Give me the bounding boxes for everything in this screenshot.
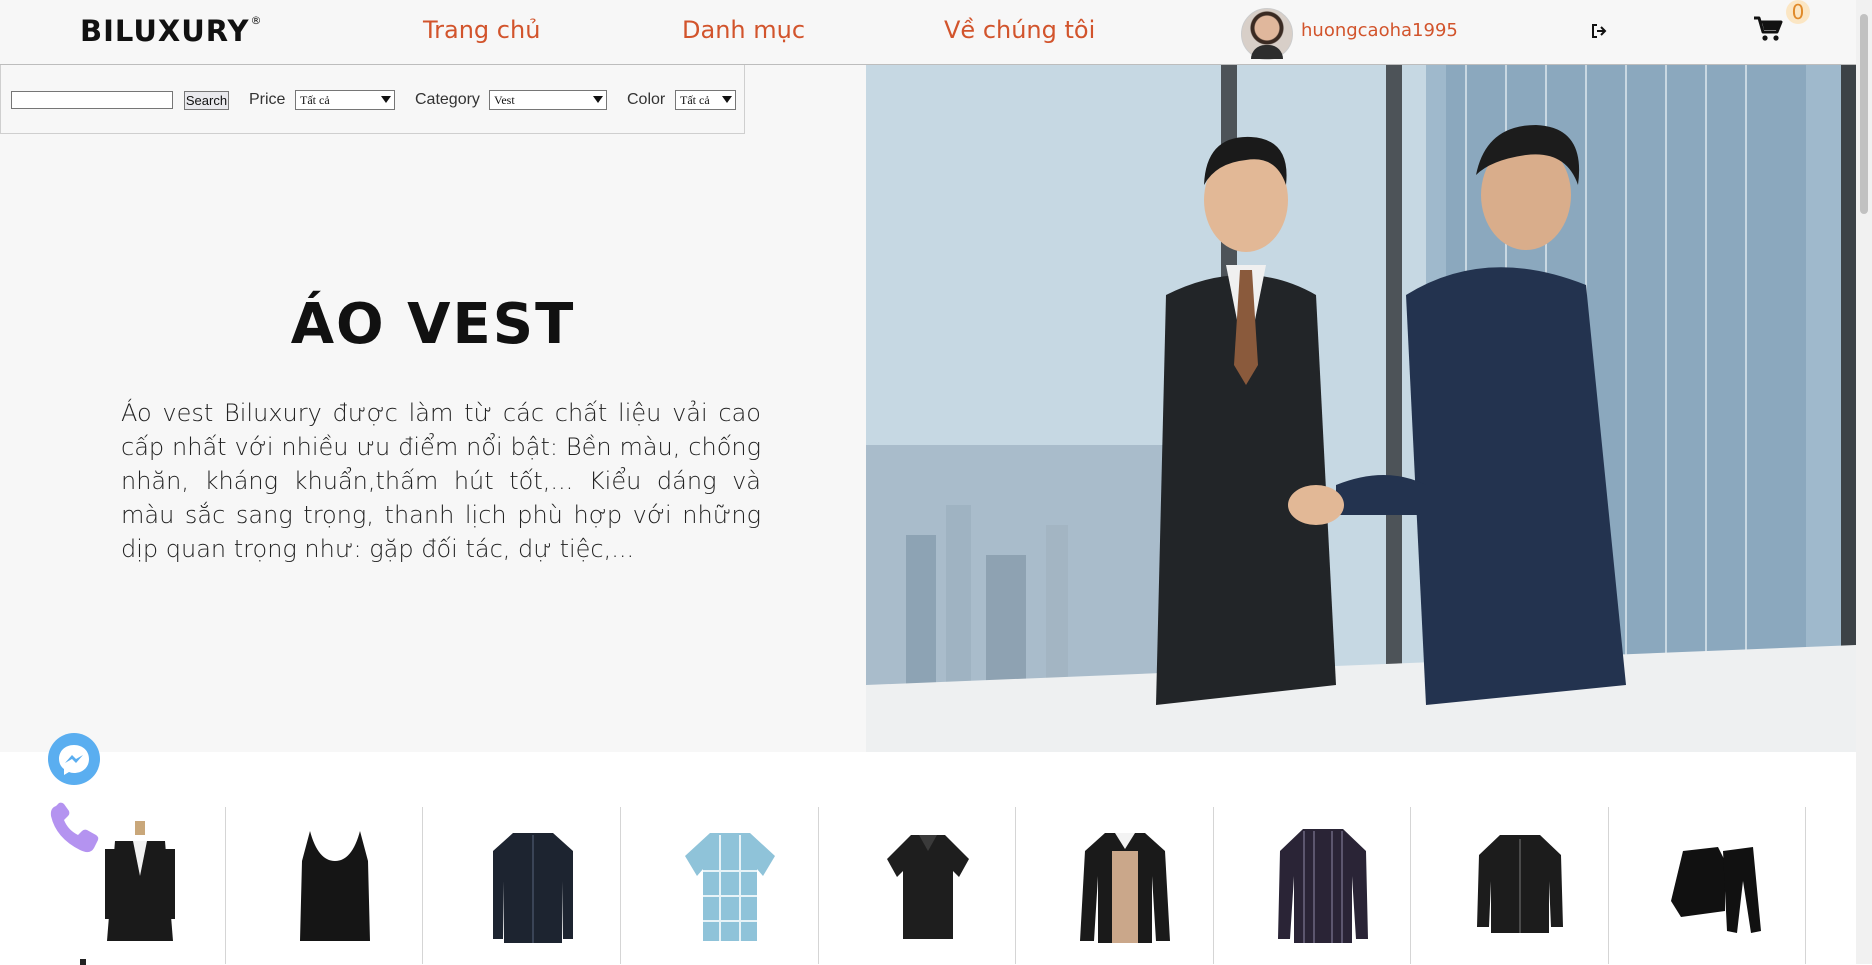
color-select[interactable]: Tất cả: [675, 90, 736, 110]
filter-bar: Search Price Tất cả Category Vest Color …: [0, 65, 745, 134]
businessmen-handshake-illustration: [866, 65, 1856, 752]
cart-count-badge: 0: [1786, 0, 1810, 24]
polo-icon[interactable]: [873, 821, 983, 951]
hero-title: ÁO VEST: [290, 291, 576, 357]
logo-text: BILUXURY: [80, 14, 250, 48]
price-select-value: Tất cả: [300, 93, 330, 107]
header: BILUXURY® Trang chủ Danh mục Về chúng tô…: [0, 0, 1856, 65]
avatar[interactable]: [1241, 8, 1293, 60]
category-label: Category: [415, 91, 480, 108]
color-label: Color: [627, 91, 666, 108]
logout-icon[interactable]: [1590, 22, 1608, 40]
search-input[interactable]: [11, 91, 173, 109]
registered-mark: ®: [250, 14, 263, 28]
category-select[interactable]: Vest: [489, 90, 607, 110]
search-button[interactable]: Search: [184, 91, 229, 110]
chevron-down-icon: [593, 96, 603, 103]
price-select[interactable]: Tất cả: [295, 90, 395, 110]
chevron-down-icon: [381, 96, 391, 103]
product-divider: [818, 807, 819, 964]
product-divider: [1015, 807, 1016, 964]
product-divider: [422, 807, 423, 964]
product-divider: [620, 807, 621, 964]
product-divider: [1805, 807, 1806, 964]
cart-icon[interactable]: [1753, 14, 1783, 44]
product-strip: [0, 807, 1856, 965]
shirt-icon[interactable]: [478, 821, 588, 951]
plaid-shirt-icon[interactable]: [675, 821, 785, 951]
jacket-icon[interactable]: [1465, 821, 1575, 951]
scrollbar-thumb[interactable]: [1860, 14, 1868, 214]
color-select-value: Tất cả: [680, 93, 710, 107]
tracksuit-icon[interactable]: [1663, 821, 1773, 951]
category-select-value: Vest: [494, 93, 515, 107]
chevron-down-icon: [722, 96, 732, 103]
product-divider: [1213, 807, 1214, 964]
price-label: Price: [249, 91, 286, 108]
product-divider: [1410, 807, 1411, 964]
brand-logo[interactable]: BILUXURY®: [80, 14, 262, 48]
messenger-button[interactable]: [48, 733, 100, 785]
product-divider: [225, 807, 226, 964]
nav-home[interactable]: Trang chủ: [423, 16, 540, 44]
messenger-icon: [59, 745, 89, 775]
nav-about[interactable]: Về chúng tôi: [944, 16, 1095, 44]
page-scrollbar[interactable]: [1856, 0, 1872, 964]
polo-long-icon[interactable]: [1070, 821, 1180, 951]
username[interactable]: huongcaoha1995: [1301, 20, 1458, 41]
hero-image: [866, 65, 1856, 752]
phone-icon[interactable]: [46, 800, 104, 858]
product-divider: [1608, 807, 1609, 964]
tank-top-icon[interactable]: [280, 821, 390, 951]
hero-description: Áo vest Biluxury được làm từ các chất li…: [121, 399, 761, 563]
striped-shirt-icon[interactable]: [1268, 821, 1378, 951]
nav-categories[interactable]: Danh mục: [682, 16, 805, 44]
